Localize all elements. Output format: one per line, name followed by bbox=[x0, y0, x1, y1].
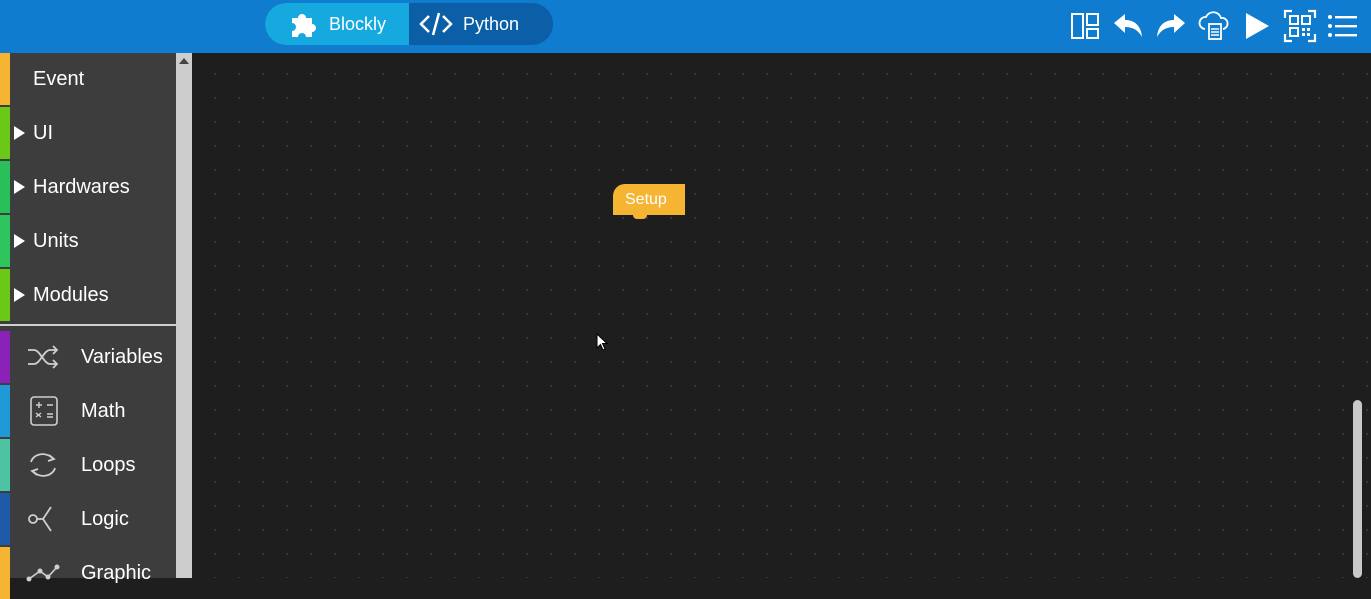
category-color-stripe bbox=[0, 53, 10, 105]
block-category-sidebar: Event UI Hardwares Units Modules Variabl… bbox=[0, 53, 176, 599]
expand-arrow-icon[interactable] bbox=[14, 234, 25, 248]
category-color-stripe bbox=[0, 269, 10, 321]
mode-toggle: Blockly Python bbox=[265, 3, 553, 45]
category-color-stripe bbox=[0, 107, 10, 159]
layout-icon[interactable] bbox=[1067, 8, 1103, 44]
graph-icon bbox=[26, 564, 60, 582]
puzzle-icon bbox=[292, 14, 316, 37]
category-variables[interactable]: Variables bbox=[0, 331, 176, 383]
expand-arrow-icon[interactable] bbox=[14, 180, 25, 194]
mouse-pointer-icon bbox=[596, 333, 609, 351]
category-loops[interactable]: Loops bbox=[0, 439, 176, 491]
block-connector-notch bbox=[633, 215, 647, 219]
category-color-stripe bbox=[0, 215, 10, 267]
category-math[interactable]: Math bbox=[0, 385, 176, 437]
category-color-stripe bbox=[0, 331, 10, 383]
sidebar-scrollbar[interactable] bbox=[176, 53, 192, 578]
cloud-upload-icon[interactable] bbox=[1196, 8, 1232, 44]
logic-branch-icon bbox=[28, 506, 52, 532]
category-ui[interactable]: UI bbox=[0, 107, 176, 159]
category-color-stripe bbox=[0, 493, 10, 545]
top-toolbar: Blockly Python bbox=[0, 0, 1371, 53]
category-modules[interactable]: Modules bbox=[0, 269, 176, 321]
category-label: Hardwares bbox=[33, 176, 130, 198]
sidebar-divider bbox=[0, 324, 176, 326]
blockly-mode-button[interactable]: Blockly bbox=[265, 3, 409, 45]
category-label: UI bbox=[33, 122, 53, 144]
expand-arrow-icon[interactable] bbox=[14, 126, 25, 140]
code-icon bbox=[419, 12, 453, 36]
qr-code-icon[interactable] bbox=[1282, 8, 1318, 44]
category-label: Modules bbox=[33, 284, 109, 306]
blockly-workspace[interactable] bbox=[192, 53, 1371, 578]
category-hardwares[interactable]: Hardwares bbox=[0, 161, 176, 213]
shuffle-icon bbox=[28, 345, 59, 369]
toolbar-icons bbox=[1060, 8, 1361, 44]
category-label: Graphic bbox=[81, 562, 152, 584]
category-graphic[interactable]: Graphic bbox=[0, 547, 176, 599]
category-color-stripe bbox=[0, 385, 10, 437]
setup-block-label: Setup bbox=[625, 191, 667, 208]
category-label: Logic bbox=[81, 508, 129, 530]
category-label: Event bbox=[33, 68, 85, 90]
category-event[interactable]: Event bbox=[0, 53, 176, 105]
redo-icon[interactable] bbox=[1153, 8, 1189, 44]
category-label: Loops bbox=[81, 454, 136, 476]
category-units[interactable]: Units bbox=[0, 215, 176, 267]
category-label: Units bbox=[33, 230, 79, 252]
category-logic[interactable]: Logic bbox=[0, 493, 176, 545]
category-color-stripe bbox=[0, 439, 10, 491]
setup-block[interactable]: Setup bbox=[613, 184, 685, 219]
calculator-icon bbox=[30, 396, 58, 426]
expand-arrow-icon[interactable] bbox=[14, 288, 25, 302]
category-color-stripe bbox=[0, 161, 10, 213]
python-mode-button[interactable]: Python bbox=[409, 3, 553, 45]
category-label: Math bbox=[81, 400, 126, 422]
category-color-stripe bbox=[0, 547, 10, 599]
blockly-label: Blockly bbox=[329, 13, 387, 34]
category-label: Variables bbox=[81, 346, 163, 368]
run-icon[interactable] bbox=[1239, 8, 1275, 44]
loop-icon bbox=[30, 453, 56, 477]
workspace-scrollbar[interactable] bbox=[1353, 400, 1362, 578]
scroll-up-arrow-icon[interactable] bbox=[179, 58, 189, 64]
python-label: Python bbox=[463, 13, 520, 34]
undo-icon[interactable] bbox=[1110, 8, 1146, 44]
menu-icon[interactable] bbox=[1325, 8, 1361, 44]
